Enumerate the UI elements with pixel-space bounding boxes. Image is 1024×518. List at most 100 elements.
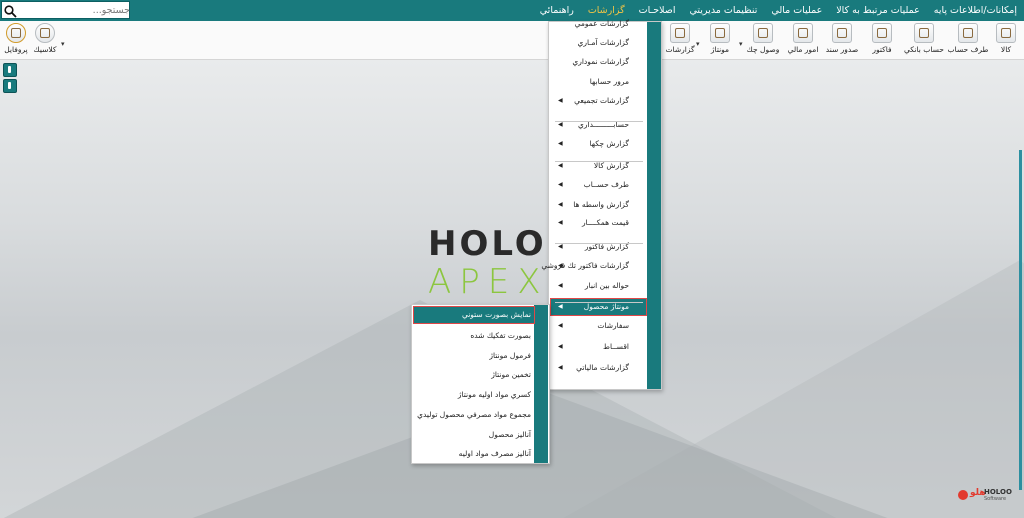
reports-menu-item-label: سفارشات (597, 321, 629, 330)
toolbar: كالا طرف حساب حساب بانكي فاكتور صدور سند… (0, 21, 1024, 60)
assembly-icon (710, 23, 730, 43)
submenu-arrow-icon: ◀ (558, 303, 563, 310)
montage-submenu-item-label: نمايش بصورت ستوني (461, 310, 531, 319)
reports-menu-item[interactable]: مونتاژ محصول ◀ (550, 298, 647, 316)
submenu-arrow-icon: ◀ (558, 140, 563, 147)
menu-separator (555, 302, 643, 303)
brand-sub-text: Software (984, 496, 1007, 502)
reports-menu-item-label: گزارش چكها (589, 139, 629, 148)
montage-submenu-item[interactable]: آناليز محصول (413, 426, 535, 444)
montage-submenu-item-label: بصورت تفكيك شده (470, 331, 531, 340)
montage-submenu-item[interactable]: نمايش بصورت ستوني (413, 306, 535, 324)
montage-submenu-item-label: تخمين مونتاژ (491, 370, 531, 379)
palette-icon (35, 23, 55, 43)
search-icon[interactable] (4, 3, 17, 22)
reports-menu-item-label: گزارشات تجميعي (574, 96, 629, 105)
toolbar-profile-label: پروفايل (4, 45, 28, 54)
toolbar-party-button[interactable]: طرف حساب (948, 22, 988, 58)
menu-basic-info[interactable]: إمكانات/اطلاعات پايه (927, 0, 1024, 21)
reports-menu-item[interactable]: سفارشات ◀ (550, 317, 647, 335)
reports-menu-item[interactable]: گزارش فاكتور ◀ (550, 238, 647, 256)
menu-goods-operations[interactable]: عمليات مرتبط به كالا (829, 0, 927, 21)
scrollbar[interactable] (1019, 150, 1022, 490)
box-icon (996, 23, 1016, 43)
toolbar-cheque-collection-button[interactable]: وصول چك ▾ (739, 22, 781, 58)
reports-menu-item-label: گزارشات آمـاري (577, 38, 629, 47)
reports-menu-item-label: گزارش كالا (593, 161, 629, 170)
montage-submenu-item[interactable]: مجموع مواد مصرفي محصول توليدي (413, 406, 535, 424)
brand-logo: هلو HOLOO Software (950, 488, 1012, 506)
toolbar-profile-button[interactable]: پروفايل (0, 22, 34, 58)
submenu-arrow-icon: ◀ (558, 97, 563, 104)
brand-dot-icon (958, 490, 968, 500)
reports-menu-item[interactable]: گزارش چكها ◀ (550, 135, 647, 153)
reports-menu-item[interactable]: گزارشات فاكتور تك فروشي ◀ (541, 257, 647, 275)
reports-menu-item-label: مرور حسابها (589, 77, 629, 86)
reports-menu-item[interactable]: حسابـــــــــداري ◀ (550, 116, 647, 134)
logo-apex: APEX (428, 262, 549, 302)
montage-submenu: نمايش بصورت ستوني بصورت تفكيك شده فرمول مو… (411, 304, 550, 464)
reports-menu-item[interactable]: گزارشات آمـاري (550, 34, 647, 52)
reports-menu-item[interactable]: اقســاط ◀ (550, 338, 647, 356)
montage-submenu-item-label: آناليز محصول (488, 430, 531, 439)
reports-menu-item-label: مونتاژ محصول (583, 302, 629, 311)
reports-menu-item[interactable]: گزارش واسطه ها ◀ (550, 196, 647, 214)
montage-submenu-item[interactable]: آناليز مصرف مواد اوليه (413, 445, 535, 463)
montage-submenu-item-label: آناليز مصرف مواد اوليه (458, 449, 531, 458)
reports-menu-item[interactable]: گزارش كالا ◀ (550, 157, 647, 175)
bank-icon (914, 23, 934, 43)
reports-menu-item-label: گزارش واسطه ها (573, 200, 629, 209)
submenu-arrow-icon: ◀ (558, 181, 563, 188)
search-input[interactable] (18, 2, 132, 18)
submenu-arrow-icon: ◀ (558, 343, 563, 350)
submenu-arrow-icon: ◀ (558, 262, 563, 269)
reports-menu-item-label: قيمت همكــــار (581, 218, 629, 227)
submenu-arrow-icon: ◀ (558, 364, 563, 371)
montage-submenu-item[interactable]: كسري مواد اوليه مونتاژ (413, 386, 535, 404)
dropdown-arrow-icon[interactable]: ▾ (61, 40, 65, 48)
montage-submenu-item[interactable]: بصورت تفكيك شده (413, 327, 535, 345)
montage-submenu-item[interactable]: تخمين مونتاژ (413, 366, 535, 384)
reports-menu-item[interactable]: گزارشات مالياتي ◀ (550, 359, 647, 377)
submenu-arrow-icon: ◀ (558, 219, 563, 226)
menu-management-settings[interactable]: تنظيمات مديريتي (683, 0, 765, 21)
reports-menu-item[interactable]: گزارشات نموداري (550, 53, 647, 71)
submenu-arrow-icon: ◀ (558, 322, 563, 329)
submenu-arrow-icon: ◀ (558, 121, 563, 128)
menu-strip (534, 305, 548, 463)
reports-menu-item-label: گزارشات فاكتور تك فروشي (541, 261, 629, 270)
submenu-arrow-icon: ◀ (558, 282, 563, 289)
reports-menu-item[interactable]: گزارشات تجميعي ◀ (550, 92, 647, 110)
reports-menu-item[interactable]: قيمت همكــــار ◀ (550, 214, 647, 232)
info-side-icon[interactable] (3, 63, 17, 77)
submenu-arrow-icon: ◀ (558, 162, 563, 169)
user-side-icon[interactable] (3, 79, 17, 93)
reports-menu-item-label: گزارشات مالياتي (576, 363, 629, 372)
montage-submenu-item-label: فرمول مونتاژ (489, 351, 531, 360)
reports-menu-item[interactable]: مرور حسابها (550, 73, 647, 91)
person-icon (958, 23, 978, 43)
info-icon (6, 23, 26, 43)
reports-menu-item-label: گزارشات عمومي (574, 19, 629, 28)
reports-menu-item-label: اقســاط (603, 342, 629, 351)
toolbar-reports-button[interactable]: گزارشات (662, 22, 698, 58)
reports-menu-item[interactable]: طرف حســاب ◀ (550, 176, 647, 194)
document-icon (832, 23, 852, 43)
montage-submenu-item-label: كسري مواد اوليه مونتاژ (457, 390, 531, 399)
cheque-icon (753, 23, 773, 43)
menu-separator (555, 161, 643, 162)
reports-menu-item-label: حواله بين انبار (584, 281, 629, 290)
calculator-icon (793, 23, 813, 43)
brand-en-text: HOLOO (984, 488, 1012, 496)
submenu-arrow-icon: ◀ (558, 243, 563, 250)
reports-menu-item[interactable]: حواله بين انبار ◀ (550, 277, 647, 295)
search-box (1, 1, 132, 22)
montage-submenu-item[interactable]: فرمول مونتاژ (413, 347, 535, 365)
menu-separator (555, 243, 643, 244)
top-menubar: إمكانات/اطلاعات پايه عمليات مرتبط به كال… (0, 0, 1024, 21)
menu-separator (555, 121, 643, 122)
reports-menu-item[interactable]: گزارشات عمومي (550, 15, 647, 33)
montage-submenu-item-label: مجموع مواد مصرفي محصول توليدي (417, 410, 531, 419)
report-icon (670, 23, 690, 43)
menu-financial-operations[interactable]: عمليات مالي (764, 0, 829, 21)
